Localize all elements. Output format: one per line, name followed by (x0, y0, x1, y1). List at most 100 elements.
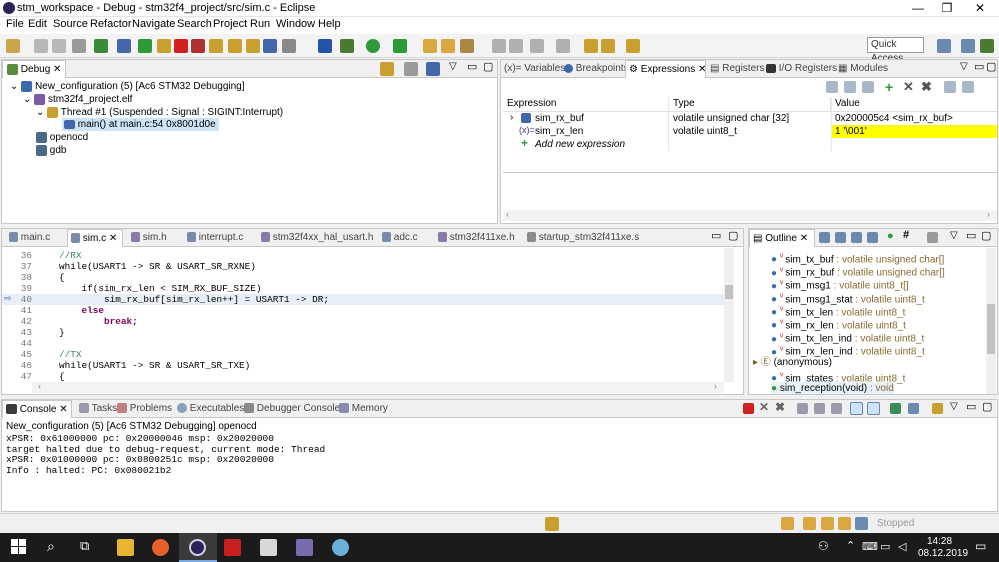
clock-time[interactable]: 14:28 (927, 536, 952, 547)
maximize-view-icon[interactable]: ▢ (986, 60, 996, 73)
step-over-icon[interactable] (228, 39, 242, 53)
external-tools-icon[interactable] (318, 39, 332, 53)
show-on-output-icon[interactable] (850, 402, 863, 415)
view-menu-icon[interactable]: ▽ (960, 61, 968, 72)
maximize-button[interactable]: ❐ (933, 0, 961, 16)
search-icon[interactable]: ⌕ (47, 538, 55, 555)
menu-refactor[interactable]: Refactor (90, 18, 132, 30)
hide-fields-icon[interactable] (835, 232, 846, 243)
show-logical-icon[interactable] (862, 81, 874, 93)
tab-adc-c[interactable]: adc.c (379, 229, 418, 247)
tab-stm32f4xx-hal-usart-h[interactable]: stm32f4xx_hal_usart.h (258, 229, 373, 247)
menu-help[interactable]: Help (318, 18, 341, 30)
changed-value-highlight[interactable]: 1 '\001' (831, 125, 997, 138)
tab-expressions[interactable]: ⚙ Expressions ✕ (625, 60, 706, 78)
trim-stack-icon[interactable] (838, 517, 851, 530)
maximize-view-icon[interactable]: ▢ (728, 229, 738, 242)
open-folder-icon[interactable] (423, 39, 437, 53)
clock-date[interactable]: 08.12.2019 (918, 548, 968, 559)
add-expression-icon[interactable]: + (885, 79, 893, 95)
minimize-view-icon[interactable]: ▭ (966, 400, 976, 413)
resume-debug-icon[interactable] (380, 62, 394, 76)
acrobat-icon[interactable] (224, 539, 241, 556)
show-type-icon[interactable] (844, 81, 856, 93)
details-pane[interactable] (503, 172, 997, 209)
maximize-view-icon[interactable]: ▢ (483, 60, 493, 73)
perspective-open-icon[interactable] (937, 39, 951, 53)
step-into-icon[interactable] (209, 39, 223, 53)
back-icon[interactable] (601, 39, 615, 53)
sort-icon[interactable] (819, 232, 830, 243)
export-icon[interactable] (962, 81, 974, 93)
maximize-view-icon[interactable]: ▢ (982, 400, 992, 413)
horizontal-scrollbar[interactable]: ‹ › (503, 209, 997, 221)
forward-icon[interactable] (626, 39, 640, 53)
maximize-view-icon[interactable]: ▢ (981, 229, 991, 242)
perspective-cpp-icon[interactable] (961, 39, 975, 53)
debug-icon[interactable] (340, 39, 354, 53)
eclipse-taskbar-item[interactable] (179, 533, 217, 562)
add-new-expression-row[interactable]: + Add new expression (503, 136, 997, 151)
tab-outline[interactable]: ▤ Outline ✕ (749, 229, 815, 247)
trim-stack-icon[interactable] (855, 517, 868, 530)
skip-breakpoints-icon[interactable] (117, 39, 131, 53)
table-row[interactable]: › sim_rx_buf volatile unsigned char [32]… (503, 112, 997, 125)
minimize-view-icon[interactable]: ▭ (711, 229, 721, 242)
tab-sim-c[interactable]: sim.c ✕ (67, 229, 123, 247)
paint-icon[interactable] (332, 539, 349, 556)
search-icon[interactable] (460, 39, 474, 53)
menu-source[interactable]: Source (53, 18, 88, 30)
expression-value[interactable]: 0x200005c4 <sim_rx_buf> (835, 112, 953, 125)
editor-vertical-scrollbar[interactable] (724, 248, 734, 382)
tab-variables[interactable]: (x)= Variables (501, 60, 565, 78)
tab-registers[interactable]: ▤ Registers (707, 60, 764, 78)
tab-debug[interactable]: Debug ✕ (2, 60, 66, 78)
prev-annotation-icon[interactable] (556, 39, 570, 53)
close-button[interactable]: ✕ (966, 0, 994, 16)
layout-icon[interactable] (944, 81, 956, 93)
menu-file[interactable]: File (6, 18, 24, 30)
tab-executables[interactable]: Executables (174, 400, 244, 418)
volume-icon[interactable]: ◁ (898, 540, 906, 553)
hide-nonpublic-icon[interactable] (867, 232, 878, 243)
collapse-all-icon[interactable] (826, 81, 838, 93)
minimize-view-icon[interactable]: ▭ (974, 60, 984, 73)
col-value[interactable]: Value (831, 97, 997, 111)
hide-macros-icon[interactable]: # (903, 229, 909, 241)
remove-launch-icon[interactable] (404, 62, 418, 76)
outline-vertical-scrollbar[interactable] (986, 248, 996, 394)
remove-all-expressions-icon[interactable]: ✖ (921, 79, 932, 95)
col-type[interactable]: Type (669, 97, 831, 111)
scroll-lock-icon[interactable] (814, 403, 825, 414)
perspective-debug-icon[interactable] (980, 39, 994, 53)
step-filter-icon[interactable] (426, 62, 440, 76)
tree-stack-frame[interactable]: main() at main.c:54 0x8001d0e (62, 118, 219, 131)
remove-all-terminated-icon[interactable]: ✖ (775, 400, 785, 414)
new-icon[interactable] (6, 39, 20, 53)
link-editor-icon[interactable] (927, 232, 938, 243)
next-annotation-icon[interactable] (530, 39, 544, 53)
disconnect-icon[interactable] (191, 39, 205, 53)
instruction-step-icon[interactable] (263, 39, 277, 53)
tab-interrupt-c[interactable]: interrupt.c (184, 229, 243, 247)
tab-modules[interactable]: ▦ Modules (835, 60, 888, 78)
tab-main-c[interactable]: main.c (6, 229, 50, 247)
remove-expression-icon[interactable]: ✕ (903, 79, 914, 95)
last-edit-icon[interactable] (584, 39, 598, 53)
word-wrap-icon[interactable] (831, 403, 842, 414)
tab-problems[interactable]: Problems (114, 400, 172, 418)
keyboard-icon[interactable]: ⌨ (862, 540, 878, 553)
view-menu-icon[interactable]: ▽ (950, 401, 958, 412)
trim-stack-icon[interactable] (781, 517, 794, 530)
trim-stack-icon[interactable] (821, 517, 834, 530)
minimize-button[interactable]: — (904, 0, 932, 16)
display-console-icon[interactable] (908, 403, 919, 414)
menu-navigate[interactable]: Navigate (132, 18, 175, 30)
hide-define-icon[interactable]: ● (887, 230, 894, 242)
pin-console-icon[interactable] (890, 403, 901, 414)
remove-launch-icon[interactable]: ✕ (759, 400, 769, 414)
tab-debugger-console[interactable]: Debugger Console (241, 400, 340, 418)
chevron-right-icon[interactable]: › (510, 112, 513, 123)
save-all-icon[interactable] (52, 39, 66, 53)
open-console-icon[interactable] (932, 403, 943, 414)
